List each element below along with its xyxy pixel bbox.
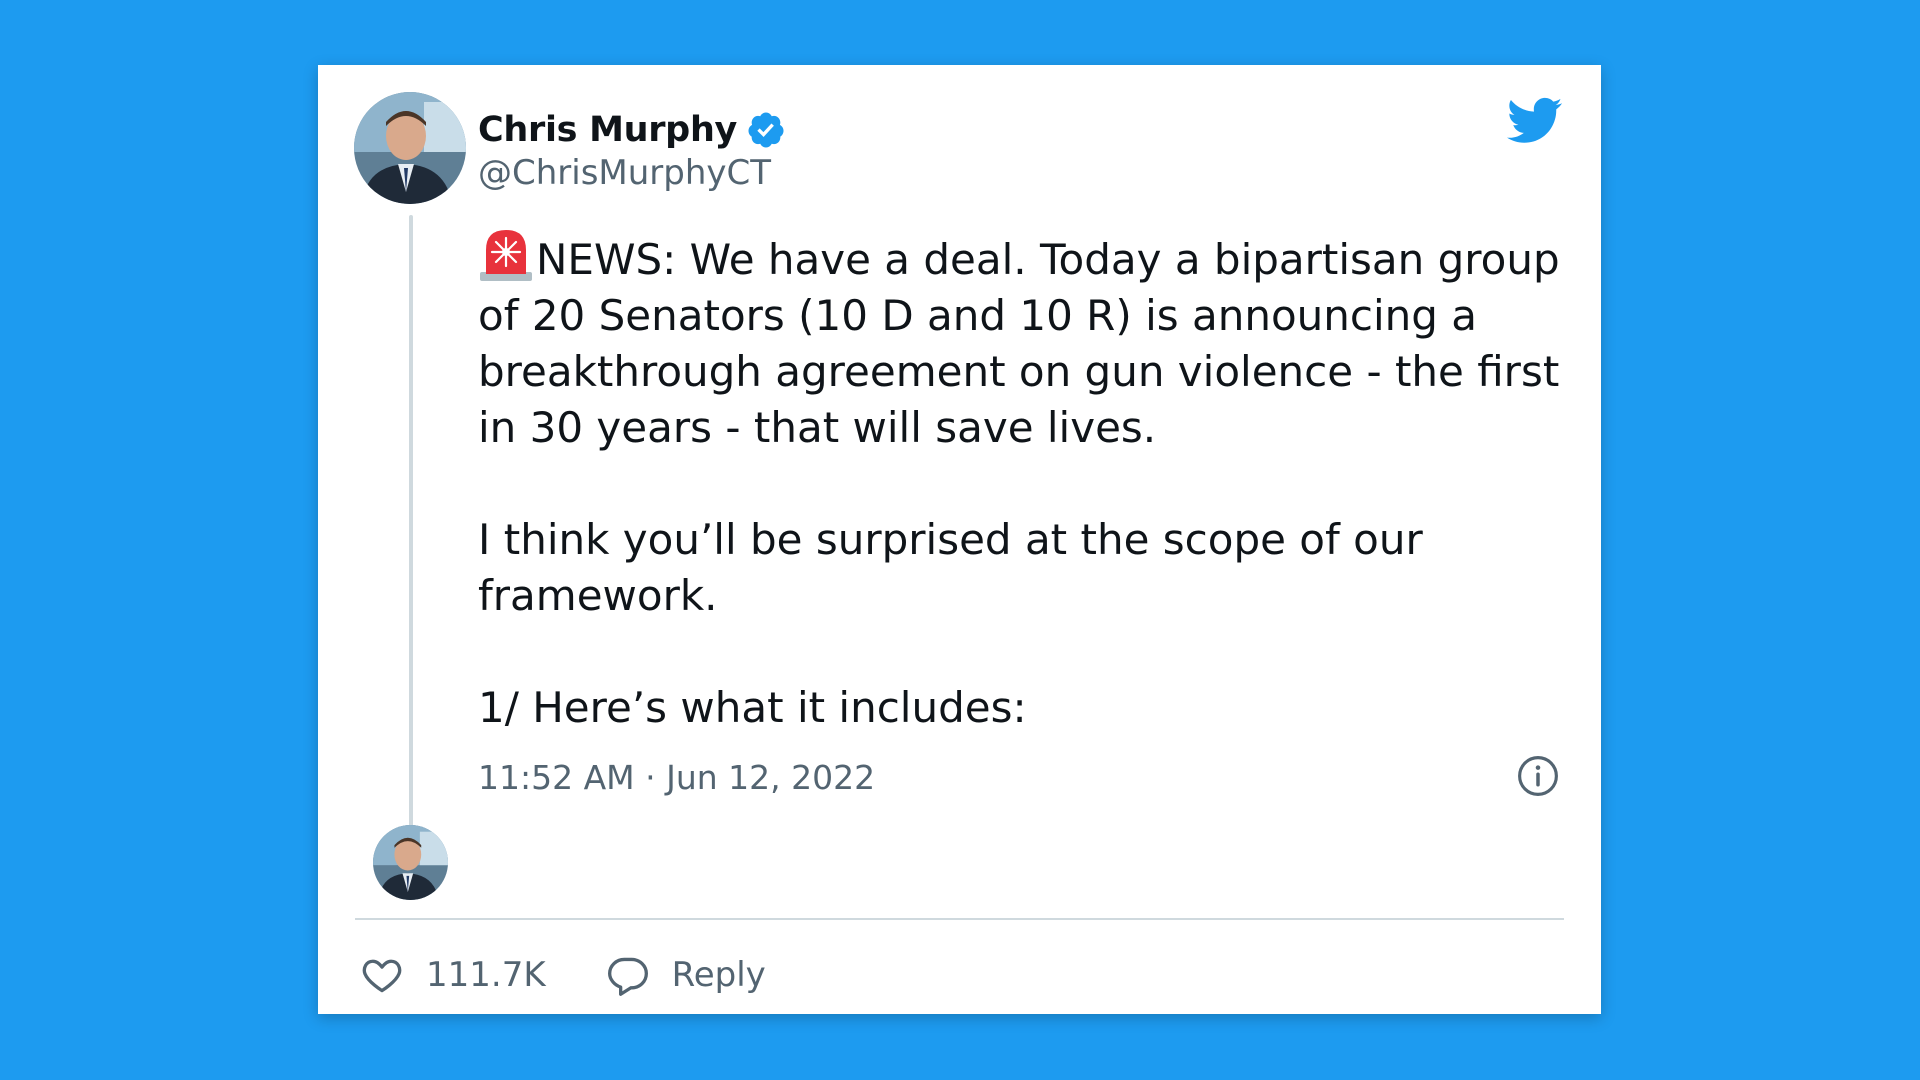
tweet-timestamp[interactable]: 11:52 AM · Jun 12, 2022 — [478, 758, 875, 797]
like-button[interactable]: 111.7K — [360, 953, 546, 997]
tweet-paragraph: I think you’ll be surprised at the scope… — [478, 515, 1437, 620]
siren-icon — [480, 230, 532, 281]
tweet-body: NEWS: We have a deal. Today a bipartisan… — [478, 228, 1568, 736]
author-display-name[interactable]: Chris Murphy — [478, 110, 737, 150]
reply-label: Reply — [671, 955, 766, 995]
reply-button[interactable]: Reply — [606, 953, 766, 997]
tweet-paragraph: NEWS: We have a deal. Today a bipartisan… — [478, 228, 1568, 456]
author-name-row: Chris Murphy — [478, 105, 786, 155]
tweet-card: Chris Murphy @ChrisMurphyCT NEWS: We hav… — [318, 65, 1601, 1014]
tweet-paragraph-text: NEWS: We have a deal. Today a bipartisan… — [478, 235, 1573, 452]
info-icon[interactable] — [1517, 755, 1559, 797]
like-count: 111.7K — [426, 955, 546, 995]
author-handle[interactable]: @ChrisMurphyCT — [478, 153, 771, 193]
reply-icon — [607, 957, 648, 996]
heart-icon — [362, 959, 402, 993]
thread-next-avatar[interactable] — [373, 825, 448, 900]
author-avatar[interactable] — [354, 92, 466, 204]
twitter-bird-icon[interactable] — [1507, 97, 1563, 145]
action-divider — [355, 918, 1564, 920]
tweet-paragraph: 1/ Here’s what it includes: — [478, 683, 1027, 732]
tweet-actions: 111.7K Reply — [360, 947, 826, 1003]
verified-badge-icon — [748, 112, 784, 148]
thread-connector-line — [409, 215, 413, 881]
